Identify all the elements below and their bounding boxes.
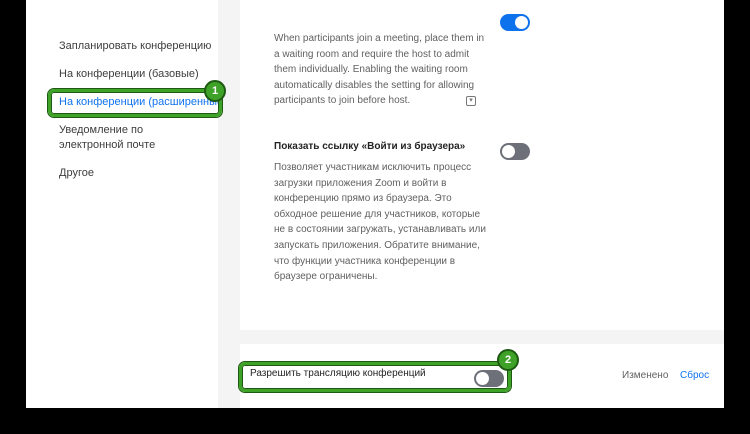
settings-panel: When participants join a meeting, place … xyxy=(240,0,724,330)
highlight-frame-2 xyxy=(239,362,511,392)
toggle-knob xyxy=(515,16,528,29)
waiting-room-toggle[interactable] xyxy=(500,14,530,31)
annotation-badge-2: 2 xyxy=(497,349,519,371)
sidebar-item-in-meeting-basic[interactable]: На конференции (базовые) xyxy=(59,67,229,82)
sidebar-item-schedule-meeting[interactable]: Запланировать конференцию xyxy=(59,39,229,54)
toggle-knob xyxy=(502,145,515,158)
annotation-badge-1: 1 xyxy=(204,80,226,102)
sidebar-item-email-notification[interactable]: Уведомление по электронной почте xyxy=(59,123,209,153)
browser-link-title: Показать ссылку «Войти из браузера» xyxy=(274,141,466,152)
settings-window: Запланировать конференцию На конференции… xyxy=(26,0,724,408)
browser-link-toggle[interactable] xyxy=(500,143,530,160)
settings-sidebar: Запланировать конференцию На конференции… xyxy=(26,0,229,408)
info-icon[interactable]: ▾ xyxy=(466,96,476,106)
modified-status: Изменено xyxy=(622,370,669,381)
reset-link[interactable]: Сброс xyxy=(680,370,709,381)
waiting-room-description: When participants join a meeting, place … xyxy=(274,33,485,107)
browser-link-description: Позволяет участникам исключить процесс з… xyxy=(274,162,486,283)
highlight-frame-1 xyxy=(48,89,222,117)
sidebar-item-other[interactable]: Другое xyxy=(59,166,229,181)
